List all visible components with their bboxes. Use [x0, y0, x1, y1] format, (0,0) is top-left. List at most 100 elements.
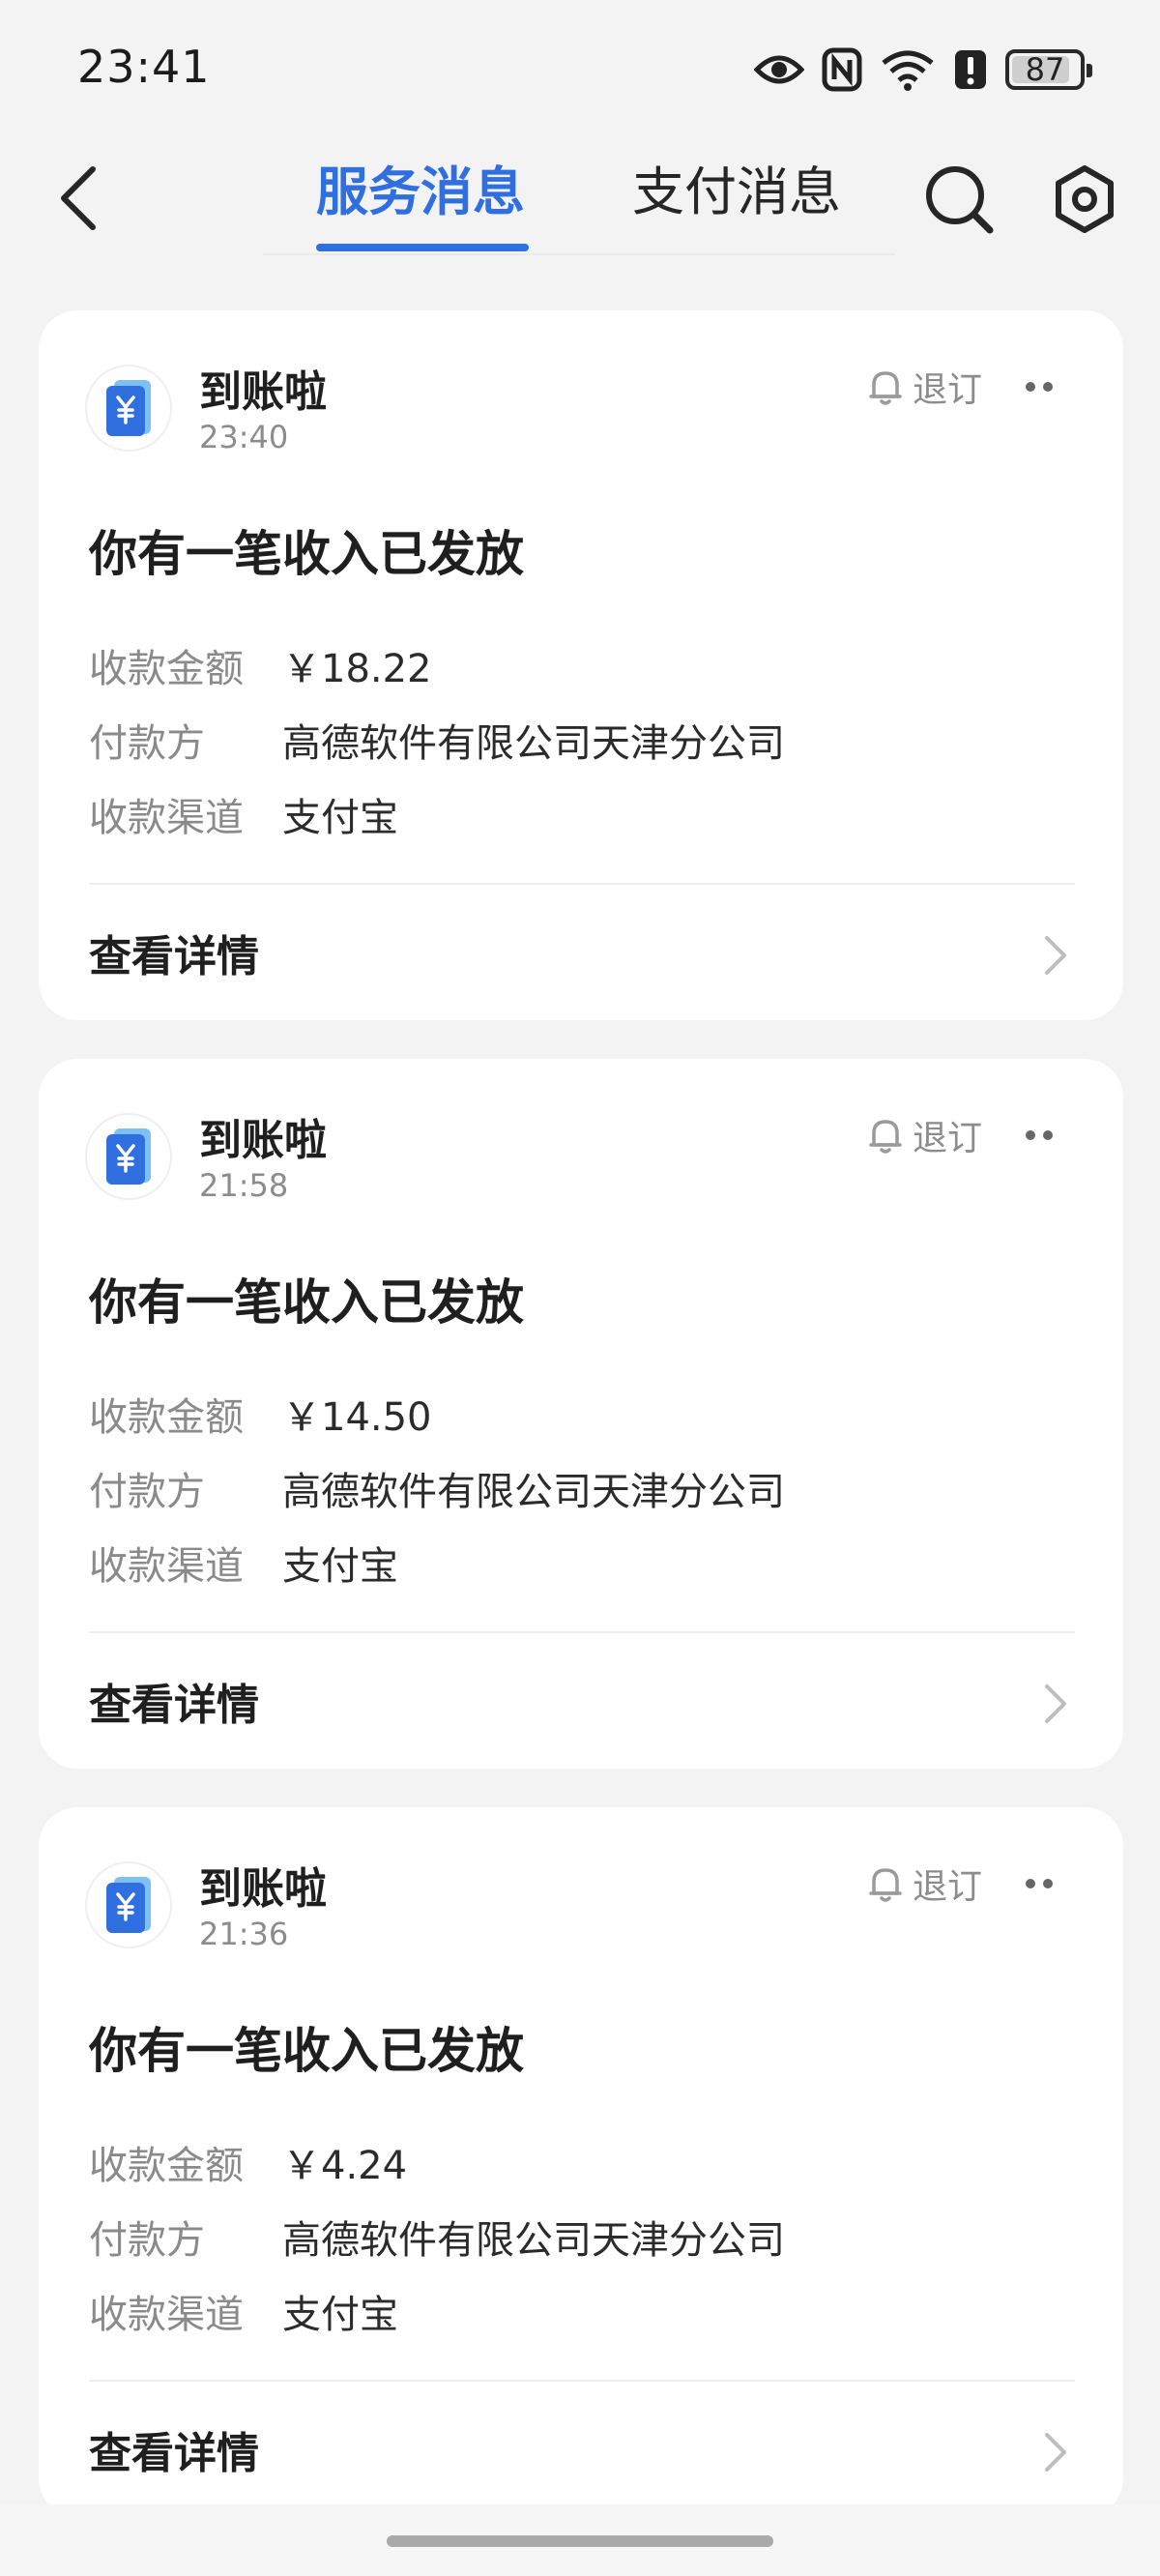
receipt-yuan-icon [106, 380, 151, 436]
payer-value: 高德软件有限公司天津分公司 [282, 2218, 785, 2263]
sender-avatar [85, 1113, 172, 1200]
search-icon [926, 166, 994, 234]
message-title: 你有一笔收入已发放 [89, 1274, 524, 1331]
amount-row: 收款金额 ￥4.24 [89, 2134, 1075, 2209]
amount-row: 收款金额 ￥14.50 [89, 1386, 1075, 1460]
message-details: 收款金额 ￥4.24 付款方 高德软件有限公司天津分公司 收款渠道 支付宝 [89, 2134, 1075, 2357]
status-icons: 87 [754, 44, 1092, 95]
sender-name: 到账啦 [199, 367, 327, 417]
channel-label: 收款渠道 [89, 1544, 244, 1589]
battery-icon: 87 [1005, 49, 1092, 90]
channel-label: 收款渠道 [89, 2293, 244, 2337]
more-dots-icon [1026, 382, 1035, 392]
header: 服务消息 支付消息 [0, 135, 1160, 261]
sender-avatar [85, 365, 172, 452]
bell-icon [869, 1120, 902, 1154]
view-details-link[interactable]: 查看详情 [89, 1670, 1075, 1738]
view-details-link[interactable]: 查看详情 [89, 2418, 1075, 2486]
amount-value: ￥14.50 [282, 1395, 432, 1440]
payer-row: 付款方 高德软件有限公司天津分公司 [89, 2209, 1075, 2283]
card-divider [89, 883, 1075, 885]
channel-label: 收款渠道 [89, 796, 244, 840]
alert-icon [953, 48, 988, 91]
amount-label: 收款金额 [89, 1395, 244, 1440]
amount-label: 收款金额 [89, 2144, 244, 2188]
sender-name: 到账啦 [199, 1864, 327, 1914]
wifi-icon [880, 47, 936, 92]
message-title: 你有一笔收入已发放 [89, 2023, 524, 2079]
battery-level: 87 [1025, 51, 1065, 88]
tab-service-messages[interactable]: 服务消息 [316, 149, 525, 242]
tab-payment-messages[interactable]: 支付消息 [632, 149, 841, 242]
bell-icon [869, 1868, 902, 1902]
channel-row: 收款渠道 支付宝 [89, 2283, 1075, 2357]
channel-row: 收款渠道 支付宝 [89, 1535, 1075, 1609]
payer-label: 付款方 [89, 2218, 205, 2263]
chevron-left-icon [61, 166, 96, 230]
more-dots-icon [1043, 1130, 1053, 1140]
view-details-link[interactable]: 查看详情 [89, 922, 1075, 989]
channel-value: 支付宝 [282, 1544, 398, 1589]
more-options-button[interactable] [1015, 1121, 1063, 1150]
more-options-button[interactable] [1015, 1869, 1063, 1898]
amount-value: ￥18.22 [282, 647, 432, 691]
more-dots-icon [1043, 382, 1053, 392]
screen: 23:41 87 服务消息 支付消息 到账啦 23:40 退订 你有一笔收入已发… [0, 0, 1160, 2576]
more-options-button[interactable] [1015, 372, 1063, 401]
payer-label: 付款方 [89, 721, 205, 766]
amount-row: 收款金额 ￥18.22 [89, 637, 1075, 712]
unsubscribe-button[interactable]: 退订 [868, 1111, 982, 1159]
payer-row: 付款方 高德软件有限公司天津分公司 [89, 1460, 1075, 1535]
unsubscribe-button[interactable]: 退订 [868, 363, 982, 411]
message-title: 你有一笔收入已发放 [89, 526, 524, 582]
nfc-icon [822, 47, 862, 92]
channel-value: 支付宝 [282, 2293, 398, 2337]
chevron-right-icon [1036, 931, 1075, 980]
more-dots-icon [1043, 1879, 1053, 1888]
sender-avatar [85, 1861, 172, 1948]
payer-value: 高德软件有限公司天津分公司 [282, 1470, 785, 1514]
search-button[interactable] [918, 159, 1000, 240]
chevron-right-icon [1036, 2428, 1075, 2476]
channel-value: 支付宝 [282, 796, 398, 840]
card-divider [89, 2380, 1075, 2382]
message-time: 21:58 [199, 1167, 289, 1204]
receipt-yuan-icon [106, 1877, 151, 1933]
unsubscribe-button[interactable]: 退订 [868, 1859, 982, 1908]
more-dots-icon [1026, 1879, 1035, 1888]
payer-row: 付款方 高德软件有限公司天津分公司 [89, 712, 1075, 786]
view-details-label: 查看详情 [89, 2429, 259, 2478]
amount-value: ￥4.24 [282, 2144, 408, 2188]
chevron-right-icon [1036, 1680, 1075, 1728]
message-details: 收款金额 ￥14.50 付款方 高德软件有限公司天津分公司 收款渠道 支付宝 [89, 1386, 1075, 1609]
status-time: 23:41 [77, 41, 211, 93]
payer-label: 付款方 [89, 1470, 205, 1514]
unsubscribe-label: 退订 [913, 370, 983, 410]
message-card[interactable]: 到账啦 21:36 退订 你有一笔收入已发放 收款金额 ￥4.24 付款方 高德… [39, 1807, 1123, 2517]
message-list: 到账啦 23:40 退订 你有一笔收入已发放 收款金额 ￥18.22 付款方 高… [39, 310, 1123, 2556]
view-details-label: 查看详情 [89, 1681, 259, 1730]
back-button[interactable] [39, 160, 116, 237]
message-card[interactable]: 到账啦 21:58 退订 你有一笔收入已发放 收款金额 ￥14.50 付款方 高… [39, 1059, 1123, 1769]
message-card[interactable]: 到账啦 23:40 退订 你有一笔收入已发放 收款金额 ￥18.22 付款方 高… [39, 310, 1123, 1020]
amount-label: 收款金额 [89, 647, 244, 691]
gear-icon [1056, 165, 1114, 233]
home-indicator[interactable] [387, 2535, 773, 2547]
sender-name: 到账啦 [199, 1116, 327, 1165]
bell-icon [869, 371, 902, 405]
card-divider [89, 1631, 1075, 1633]
unsubscribe-label: 退订 [913, 1867, 983, 1907]
status-bar: 23:41 87 [0, 0, 1160, 126]
bottom-bar [0, 2504, 1160, 2576]
view-details-label: 查看详情 [89, 932, 259, 981]
tab-bar: 服务消息 支付消息 [263, 135, 895, 255]
more-dots-icon [1026, 1130, 1035, 1140]
settings-button[interactable] [1044, 159, 1125, 240]
eye-icon [754, 50, 804, 89]
message-time: 23:40 [199, 419, 289, 455]
channel-row: 收款渠道 支付宝 [89, 786, 1075, 861]
unsubscribe-label: 退订 [913, 1119, 983, 1158]
payer-value: 高德软件有限公司天津分公司 [282, 721, 785, 766]
message-time: 21:36 [199, 1916, 289, 1952]
message-details: 收款金额 ￥18.22 付款方 高德软件有限公司天津分公司 收款渠道 支付宝 [89, 637, 1075, 861]
